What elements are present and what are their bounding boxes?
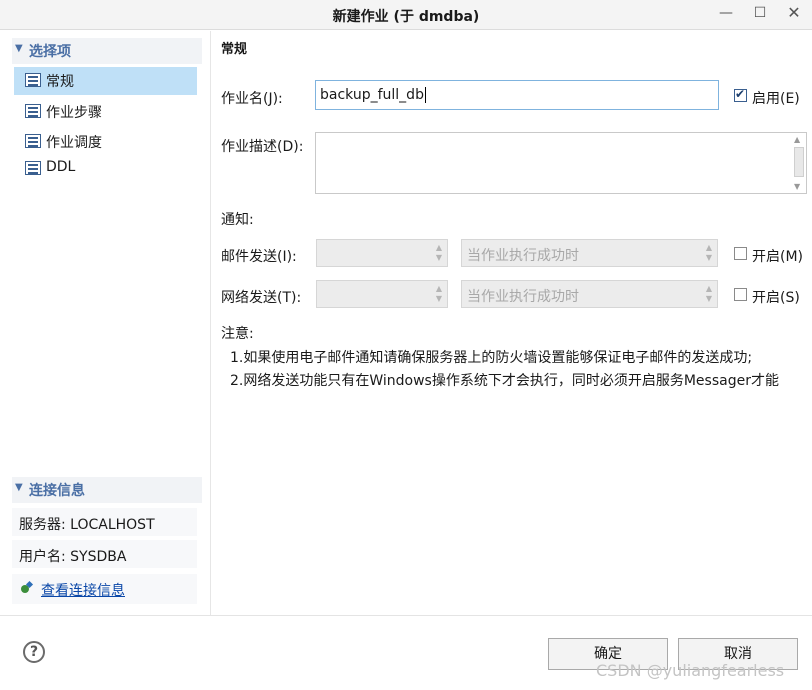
select-section-header[interactable]: ▼ 选择项 (12, 38, 202, 64)
sidebar-item-general[interactable]: 常规 (14, 67, 197, 95)
mail-label: 邮件发送(I): (221, 249, 297, 265)
connection-section-label: 连接信息 (29, 483, 85, 499)
description-label: 作业描述(D): (221, 139, 304, 155)
sidebar-item-job-schedule[interactable]: 作业调度 (14, 128, 197, 156)
sidebar-item-label: 作业调度 (46, 135, 102, 151)
enable-label: 启用(E) (752, 91, 800, 107)
mail-target-select[interactable]: ▲ ▼ (316, 239, 448, 267)
page-icon (25, 73, 41, 87)
footer-divider (0, 615, 812, 616)
page-icon (25, 104, 41, 118)
window-title: 新建作业 (于 dmdba) (332, 9, 480, 25)
net-condition-select[interactable]: 当作业执行成功时 ▲ ▼ (461, 280, 718, 308)
page-icon (25, 134, 41, 148)
maximize-button[interactable]: ☐ (748, 2, 772, 24)
sidebar-item-ddl[interactable]: DDL (14, 155, 197, 183)
description-textarea[interactable]: ▲ ▼ (315, 132, 807, 194)
note-title: 注意: (221, 326, 254, 342)
net-condition-value: 当作业执行成功时 (467, 289, 579, 305)
server-info: 服务器: LOCALHOST (12, 508, 197, 538)
collapse-triangle-icon: ▼ (15, 482, 23, 493)
enable-checkbox[interactable] (734, 87, 747, 102)
net-open-label: 开启(S) (752, 290, 800, 306)
minimize-button[interactable]: — (714, 2, 738, 24)
view-connection-row: 查看连接信息 (12, 574, 197, 604)
scroll-thumb[interactable] (794, 147, 804, 177)
spinner-arrows-icon: ▲ ▼ (435, 243, 442, 262)
page-icon (25, 161, 41, 175)
description-scrollbar[interactable]: ▲ ▼ (792, 133, 806, 193)
main-panel: 常规 作业名(J): backup_full_db 启用(E) 作业描述(D):… (212, 31, 812, 615)
mail-open-label: 开启(M) (752, 249, 804, 265)
help-icon[interactable]: ? (23, 641, 45, 663)
mail-condition-select[interactable]: 当作业执行成功时 ▲ ▼ (461, 239, 718, 267)
note-line-2: 2.网络发送功能只有在Windows操作系统下才会执行，同时必须开启服务Mess… (230, 373, 779, 389)
sidebar-item-label: 常规 (46, 74, 74, 90)
spinner-arrows-icon: ▲ ▼ (435, 284, 442, 303)
job-name-input[interactable]: backup_full_db (315, 80, 719, 110)
user-text: 用户名: SYSDBA (19, 549, 127, 565)
net-label: 网络发送(T): (221, 290, 302, 306)
scroll-down-icon[interactable]: ▼ (794, 182, 800, 191)
notify-label: 通知: (221, 212, 254, 228)
sidebar-item-label: 作业步骤 (46, 105, 102, 121)
spinner-arrows-icon: ▲ ▼ (705, 284, 712, 303)
view-connection-link[interactable]: 查看连接信息 (41, 580, 125, 600)
sidebar-item-label: DDL (46, 159, 76, 175)
job-name-label: 作业名(J): (221, 91, 283, 107)
note-line-1: 1.如果使用电子邮件通知请确保服务器上的防火墙设置能够保证电子邮件的发送成功; (230, 350, 753, 366)
connection-section-header[interactable]: ▼ 连接信息 (12, 477, 202, 503)
close-button[interactable]: ✕ (782, 2, 806, 24)
scroll-up-icon[interactable]: ▲ (794, 135, 800, 144)
user-info: 用户名: SYSDBA (12, 540, 197, 570)
connection-plug-icon (21, 580, 34, 593)
net-target-select[interactable]: ▲ ▼ (316, 280, 448, 308)
sidebar: ▼ 选择项 常规 作业步骤 作业调度 DDL ▼ 连接信息 服务器: LOCAL… (0, 31, 211, 615)
net-open-checkbox[interactable] (734, 288, 747, 301)
panel-heading: 常规 (221, 42, 248, 57)
spinner-arrows-icon: ▲ ▼ (705, 243, 712, 262)
job-name-value: backup_full_db (320, 87, 424, 103)
mail-open-checkbox[interactable] (734, 247, 747, 260)
server-text: 服务器: LOCALHOST (19, 517, 155, 533)
title-bar: 新建作业 (于 dmdba) — ☐ ✕ (0, 0, 812, 30)
watermark: CSDN @yuliangfearless (596, 661, 785, 680)
mail-condition-value: 当作业执行成功时 (467, 248, 579, 264)
sidebar-item-job-steps[interactable]: 作业步骤 (14, 98, 197, 126)
collapse-triangle-icon: ▼ (15, 43, 23, 54)
select-section-label: 选择项 (29, 44, 71, 60)
